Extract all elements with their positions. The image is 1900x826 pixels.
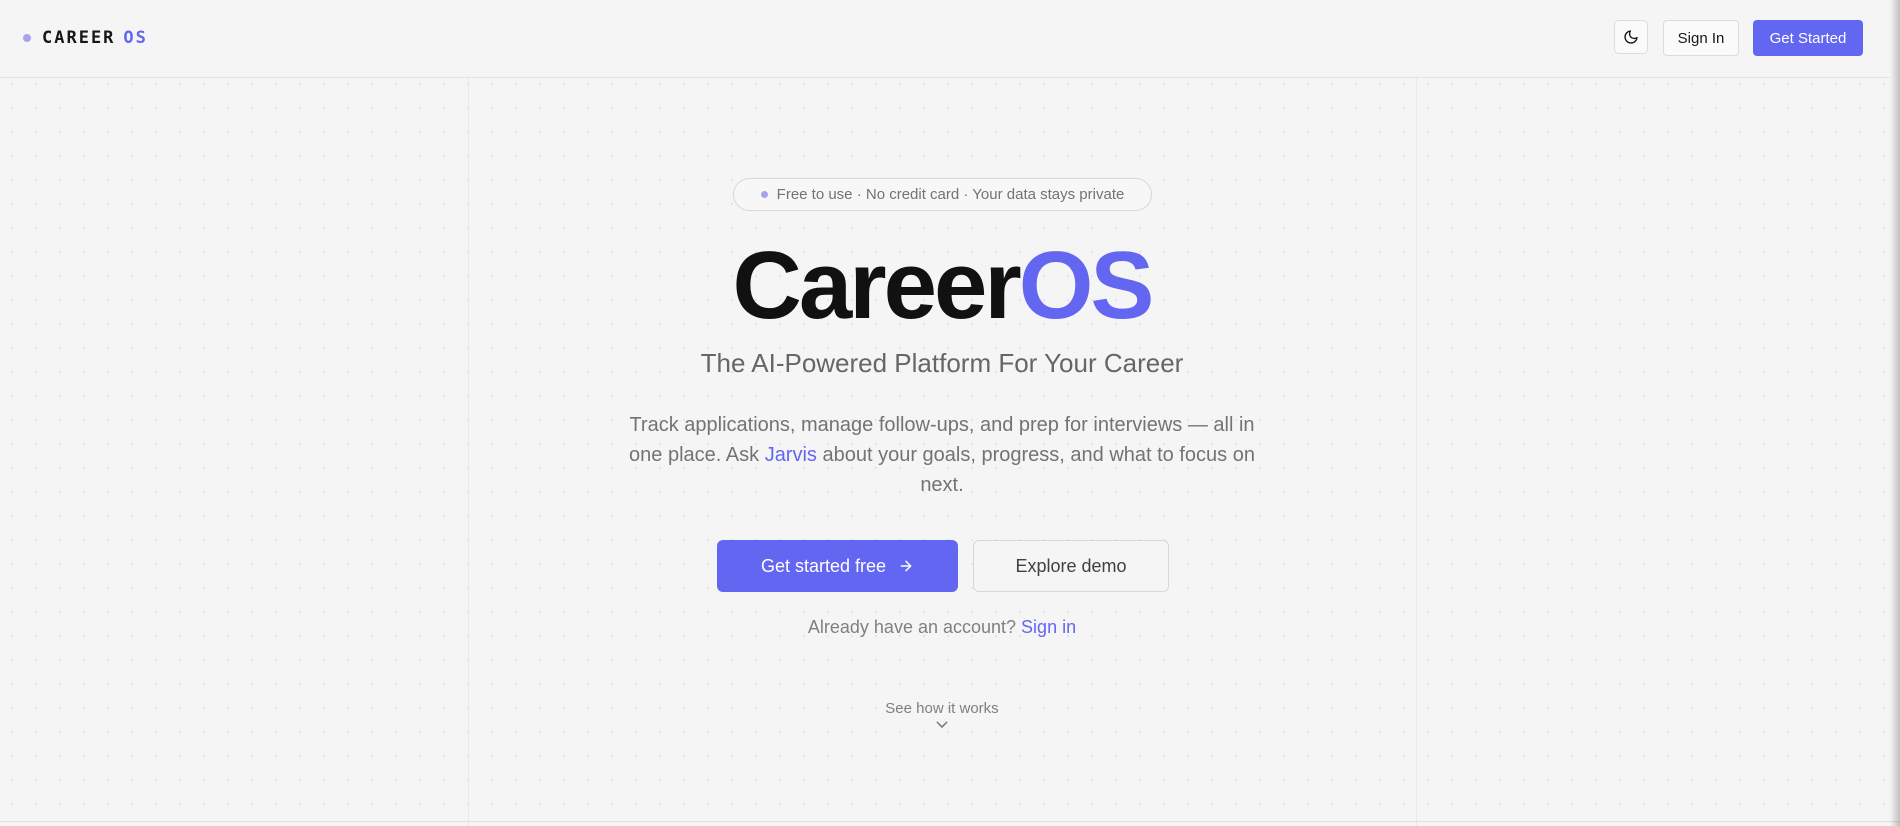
get-started-free-button[interactable]: Get started free <box>717 540 958 592</box>
how-it-works-label: See how it works <box>885 700 999 717</box>
hero-title-main: Career <box>732 232 1022 339</box>
description-text-end: about your goals, progress, and what to … <box>816 444 1255 496</box>
account-prompt: Already have an account? Sign in <box>0 617 1884 638</box>
guide-line-right <box>1416 78 1417 826</box>
logo-word: CAREER <box>42 28 116 48</box>
logo-accent: OS <box>123 28 148 48</box>
window-edge-shadow <box>1890 0 1900 826</box>
sign-in-link[interactable]: Sign in <box>1021 617 1076 637</box>
hero-title: CareerOS <box>0 226 1884 346</box>
moon-icon <box>1624 30 1638 44</box>
get-started-button[interactable]: Get Started <box>1753 20 1863 56</box>
cta-primary-label: Get started free <box>760 555 887 576</box>
landing-page: CAREER OS Sign In Get Started Free to use… <box>0 0 1900 826</box>
see-how-it-works-link[interactable]: See how it works <box>842 700 1042 731</box>
arrow-right-icon <box>900 560 912 572</box>
hero-badge: Free to use · No credit card · Your data… <box>733 178 1152 211</box>
logo-dot-icon <box>23 34 31 42</box>
hero-title-accent: OS <box>1018 232 1155 339</box>
hero-description: Track applications, manage follow-ups, a… <box>612 410 1272 500</box>
top-navbar: CAREER OS Sign In Get Started <box>0 0 1890 78</box>
badge-dot-icon <box>760 191 768 198</box>
account-prompt-text: Already have an account? <box>807 617 1022 637</box>
chevron-down-icon <box>936 721 948 728</box>
logo-text: CAREER OS <box>42 28 148 48</box>
guide-line-left <box>468 78 469 826</box>
logo[interactable]: CAREER OS <box>23 26 148 50</box>
jarvis-link[interactable]: Jarvis <box>765 444 817 466</box>
section-divider <box>0 821 1900 822</box>
hero-subtitle: The AI-Powered Platform For Your Career <box>700 348 1184 378</box>
explore-demo-button[interactable]: Explore demo <box>973 540 1169 592</box>
badge-text: Free to use · No credit card · Your data… <box>776 186 1125 203</box>
sign-in-button[interactable]: Sign In <box>1663 20 1739 56</box>
theme-toggle-button[interactable] <box>1614 20 1648 54</box>
